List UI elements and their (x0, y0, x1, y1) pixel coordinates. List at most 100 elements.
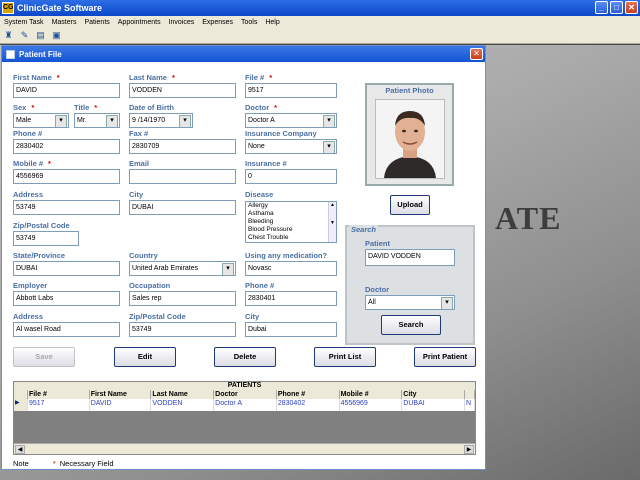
grid-cell-first-name: DAVID (90, 399, 152, 411)
menu-system-task[interactable]: System Task (0, 19, 48, 26)
grid-col-mobile[interactable]: Mobile # (340, 390, 403, 399)
patient-photo-label: Patient Photo (385, 86, 434, 95)
dob-picker[interactable]: 9 /14/1970 (129, 113, 193, 128)
grid-col-extra[interactable] (465, 390, 475, 399)
first-name-input[interactable]: DAVID (13, 83, 120, 98)
print-list-button[interactable]: Print List (314, 347, 376, 367)
disease-option[interactable]: Blood Pressure (246, 226, 336, 234)
print-patient-button[interactable]: Print Patient (414, 347, 476, 367)
window-titlebar: Patient File (2, 46, 485, 62)
close-app-button[interactable]: ✕ (625, 1, 638, 14)
grid-title: PATIENTS (227, 382, 262, 389)
disease-option[interactable]: Bleeding (246, 218, 336, 226)
disease-listbox[interactable]: Allergy Asthama Bleeding Blood Pressure … (245, 201, 337, 243)
work-address-label: Address (13, 312, 44, 321)
disease-label: Disease (245, 190, 274, 199)
doctor-label: Doctor * (245, 103, 278, 112)
scroll-left-icon[interactable]: ◀ (15, 445, 25, 454)
grid-cell-extra: N (465, 399, 475, 411)
insurance-no-input[interactable]: 0 (245, 169, 337, 184)
doctor-select[interactable]: Doctor A (245, 113, 337, 128)
patient-icon[interactable]: ♜ (2, 29, 15, 42)
grid-horizontal-scrollbar[interactable]: ◀ ▶ (14, 443, 475, 454)
grid-cell-mobile: 4556969 (340, 399, 403, 411)
minimize-button[interactable]: _ (595, 1, 608, 14)
scroll-right-icon[interactable]: ▶ (464, 445, 474, 454)
country-select[interactable]: United Arab Emirates (129, 261, 236, 276)
menu-appointments[interactable]: Appointments (114, 19, 165, 26)
work-phone-input[interactable]: 2830401 (245, 291, 337, 306)
work-zip-input[interactable]: 53749 (129, 322, 236, 337)
app-titlebar: CG ClinicGate Software _ □ ✕ (0, 0, 640, 16)
grid-col-city[interactable]: City (402, 390, 466, 399)
search-button[interactable]: Search (381, 315, 441, 335)
zip-input[interactable]: 53749 (13, 231, 79, 246)
grid-col-doctor[interactable]: Doctor (214, 390, 277, 399)
upload-button[interactable]: Upload (390, 195, 430, 215)
address-label: Address (13, 190, 44, 199)
menu-patients[interactable]: Patients (80, 19, 113, 26)
grid-cell-doctor: Doctor A (214, 399, 277, 411)
occupation-label: Occupation (129, 281, 171, 290)
menu-expenses[interactable]: Expenses (198, 19, 237, 26)
menu-masters[interactable]: Masters (48, 19, 81, 26)
app-title: ClinicGate Software (17, 3, 103, 13)
medication-input[interactable]: Novasc (245, 261, 337, 276)
menu-tools[interactable]: Tools (237, 19, 261, 26)
note-label: Note (13, 459, 29, 468)
insurance-company-select[interactable]: None (245, 139, 337, 154)
email-label: Email (129, 159, 150, 168)
search-doctor-select[interactable]: All (365, 295, 455, 310)
address-input[interactable]: 53749 (13, 200, 120, 215)
menu-invoices[interactable]: Invoices (165, 19, 199, 26)
grid-cell-city: DUBAI (402, 399, 466, 411)
file-no-input[interactable]: 9517 (245, 83, 337, 98)
patients-grid: PATIENTS File # First Name Last Name Doc… (13, 381, 476, 455)
search-patient-input[interactable]: DAVID VODDEN (365, 249, 455, 266)
required-star: * (52, 459, 56, 468)
last-name-input[interactable]: VODDEN (129, 83, 236, 98)
employer-input[interactable]: Abbott Labs (13, 291, 120, 306)
mobile-input[interactable]: 4556969 (13, 169, 120, 184)
report-icon[interactable]: ▣ (50, 29, 63, 42)
disease-option[interactable]: Chest Trouble (246, 234, 336, 242)
menu-help[interactable]: Help (261, 19, 283, 26)
work-phone-label: Phone # (245, 281, 275, 290)
close-window-button[interactable]: ✕ (470, 48, 483, 60)
note-text: Necessary Field (59, 459, 114, 468)
grid-col-file[interactable]: File # (28, 390, 90, 399)
email-input[interactable] (129, 169, 236, 184)
occupation-input[interactable]: Sales rep (129, 291, 236, 306)
fax-input[interactable]: 2830709 (129, 139, 236, 154)
grid-col-phone[interactable]: Phone # (277, 390, 340, 399)
work-address-input[interactable]: Al wasel Road (13, 322, 120, 337)
maximize-button[interactable]: □ (610, 1, 623, 14)
edit-button[interactable]: Edit (114, 347, 176, 367)
grid-col-first-name[interactable]: First Name (90, 390, 152, 399)
delete-button[interactable]: Delete (214, 347, 276, 367)
calendar-icon[interactable]: ▤ (34, 29, 47, 42)
table-row[interactable]: ▶ 9517 DAVID VODDEN Doctor A 2830402 455… (14, 399, 475, 411)
sex-select[interactable]: Male (13, 113, 69, 128)
work-city-input[interactable]: Dubai (245, 322, 337, 337)
grid-col-last-name[interactable]: Last Name (151, 390, 215, 399)
disease-option[interactable]: Allergy (246, 202, 336, 210)
grid-header: File # First Name Last Name Doctor Phone… (14, 390, 475, 399)
state-input[interactable]: DUBAI (13, 261, 120, 276)
edit-icon[interactable]: ✎ (18, 29, 31, 42)
search-doctor-label: Doctor (365, 285, 390, 294)
disease-scrollbar[interactable]: ▲ ▼ (328, 202, 336, 242)
disease-option[interactable]: Asthama (246, 210, 336, 218)
grid-empty-area (14, 411, 475, 445)
grid-cell-phone: 2830402 (277, 399, 340, 411)
city-input[interactable]: DUBAI (129, 200, 236, 215)
title-select[interactable]: Mr. (74, 113, 120, 128)
mobile-label: Mobile # * (13, 159, 51, 168)
document-icon (6, 49, 15, 59)
phone-label: Phone # (13, 129, 43, 138)
save-button[interactable]: Save (13, 347, 75, 367)
patient-photo (375, 99, 445, 179)
phone-input[interactable]: 2830402 (13, 139, 120, 154)
file-no-label: File # * (245, 73, 273, 82)
dob-label: Date of Birth (129, 103, 174, 112)
